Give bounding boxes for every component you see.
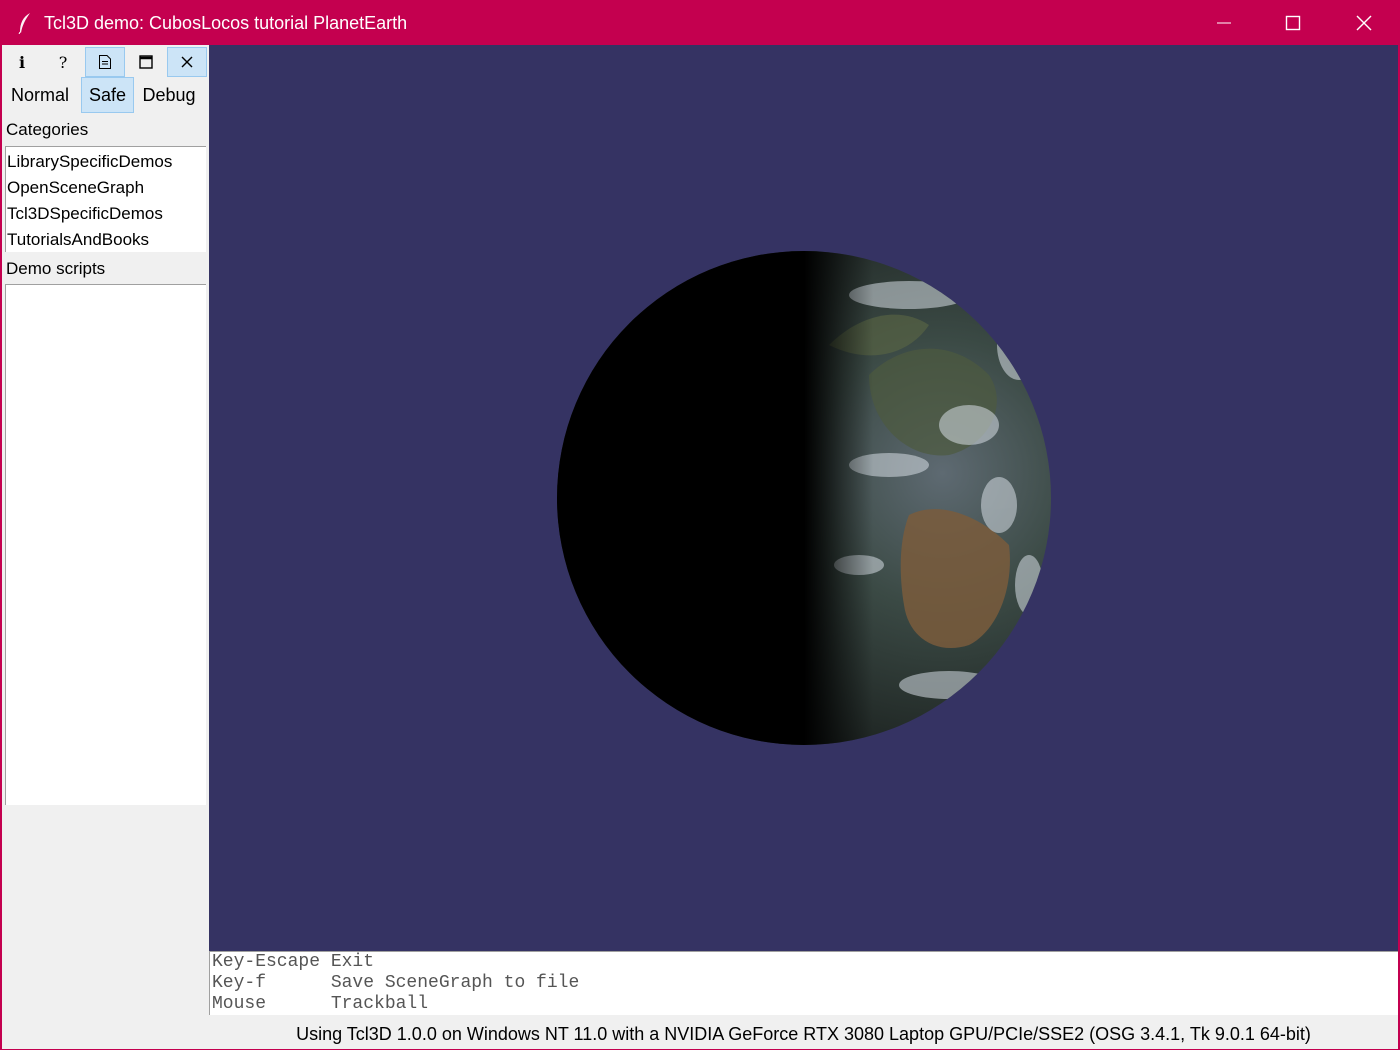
info-button[interactable]: i [2,47,42,77]
maximize-button[interactable] [126,47,166,77]
planet-earth-render [557,251,1051,745]
client-area: i ? Normal Safe Debug Categories Library… [2,45,1398,1049]
category-item[interactable]: LibrarySpecificDemos [6,149,206,175]
console-line: Mouse Trackball [212,994,429,1014]
close-icon [181,56,193,68]
category-item[interactable]: Tcl3DSpecificDemos [6,201,206,227]
console-line: Key-f Save SceneGraph to file [212,973,580,993]
maximize-icon [139,55,153,69]
info-icon: i [18,52,26,72]
maximize-window-icon [1285,15,1301,31]
minimize-icon [1217,22,1231,24]
minimize-button[interactable] [1189,1,1259,45]
mode-normal-button[interactable]: Normal [4,77,76,113]
help-console[interactable]: Key-Escape Exit Key-f Save SceneGraph to… [209,951,1398,1015]
categories-listbox[interactable]: LibrarySpecificDemos OpenSceneGraph Tcl3… [5,146,206,252]
demo-scripts-listbox[interactable] [5,284,206,805]
help-icon: ? [58,52,68,72]
mode-debug-button[interactable]: Debug [136,77,202,113]
category-item[interactable]: OpenSceneGraph [6,175,206,201]
left-panel: i ? Normal Safe Debug Categories Library… [2,45,208,1021]
mode-selector: Normal Safe Debug [2,77,208,113]
categories-label: Categories [6,120,89,139]
close-window-button[interactable] [1329,1,1399,45]
close-button[interactable] [167,47,207,77]
window-title: Tcl3D demo: CubosLocos tutorial PlanetEa… [44,13,408,33]
toolbar: i ? [2,47,208,77]
feather-icon [18,13,30,34]
3d-viewport[interactable] [209,45,1398,951]
document-icon [99,55,111,69]
globe [557,251,1051,745]
category-item[interactable]: TutorialsAndBooks [6,227,206,253]
console-line: Key-Escape Exit [212,952,375,972]
app-window: Tcl3D demo: CubosLocos tutorial PlanetEa… [0,0,1400,1050]
document-button[interactable] [85,47,125,77]
title-bar[interactable]: Tcl3D demo: CubosLocos tutorial PlanetEa… [1,1,1399,45]
help-button[interactable]: ? [43,47,83,77]
maximize-window-button[interactable] [1258,1,1328,45]
mode-safe-button[interactable]: Safe [81,77,134,113]
close-window-icon [1356,15,1372,31]
status-bar: Using Tcl3D 1.0.0 on Windows NT 11.0 wit… [296,1023,1311,1044]
demo-scripts-label: Demo scripts [6,259,106,278]
